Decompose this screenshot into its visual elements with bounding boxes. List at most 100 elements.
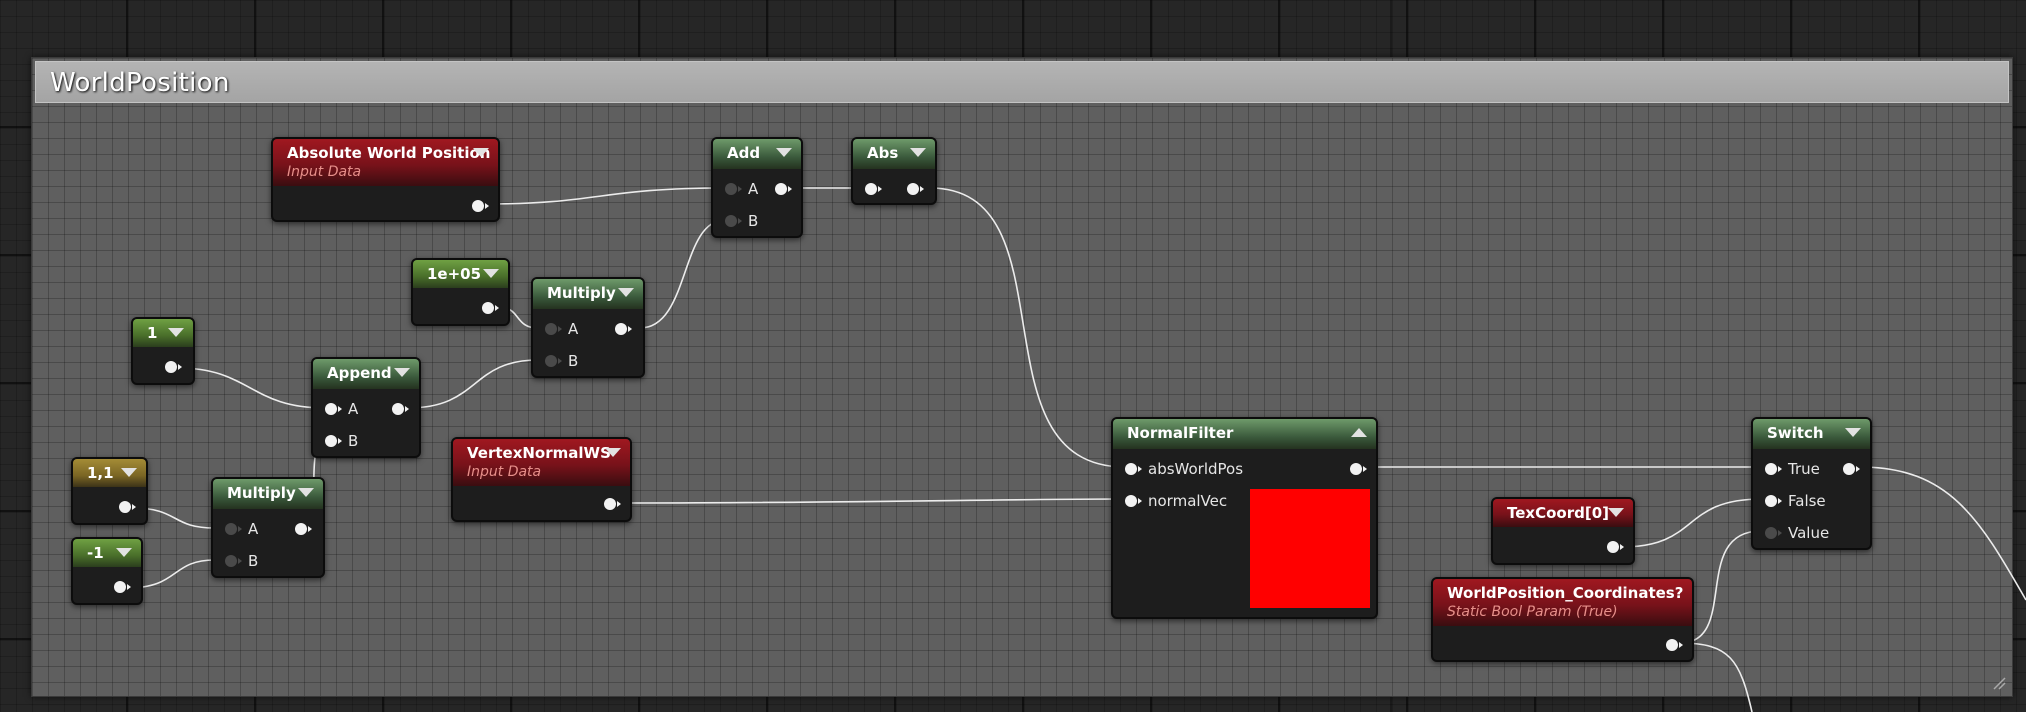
node-header[interactable]: Switch — [1753, 419, 1870, 449]
collapse-arrow-icon[interactable] — [1608, 508, 1624, 517]
node-subtitle: Static Bool Param (True) — [1447, 604, 1618, 620]
output-pin[interactable] — [482, 302, 499, 314]
input-pin-true[interactable] — [1765, 463, 1782, 475]
collapse-arrow-icon[interactable] — [394, 368, 410, 377]
node-add[interactable]: Add A B — [711, 137, 803, 238]
output-pin[interactable] — [1607, 541, 1624, 553]
node-constant-1[interactable]: 1 — [131, 317, 195, 385]
wire-switch-out — [1859, 466, 2026, 601]
node-header[interactable]: 1,1 — [73, 459, 146, 487]
node-header[interactable]: Multiply — [213, 479, 323, 509]
node-header[interactable]: Add — [713, 139, 801, 169]
node-header[interactable]: WorldPosition_Coordinates? Static Bool P… — [1433, 579, 1692, 626]
node-header[interactable]: TexCoord[0] — [1493, 499, 1633, 527]
input-pin-value[interactable] — [1765, 527, 1782, 539]
node-normal-filter[interactable]: NormalFilter absWorldPos normalVec — [1111, 417, 1378, 619]
pin-label-false: False — [1788, 492, 1826, 510]
output-pin[interactable] — [1350, 463, 1367, 475]
node-constant-1-1[interactable]: 1,1 — [71, 457, 148, 525]
wire-one-append — [177, 367, 326, 409]
node-constant-1e05[interactable]: 1e+05 — [411, 258, 510, 326]
node-header[interactable]: 1e+05 — [413, 260, 508, 288]
output-pin[interactable] — [907, 183, 924, 195]
node-multiply-top[interactable]: Multiply A B — [531, 277, 645, 378]
node-vertex-normal-ws[interactable]: VertexNormalWS Input Data — [451, 437, 632, 522]
wire-vertexnormal-normalfilter — [617, 498, 1126, 504]
node-header[interactable]: Append — [313, 359, 419, 389]
input-pin-normal-vec[interactable] — [1125, 495, 1142, 507]
collapse-arrow-icon[interactable] — [605, 448, 621, 457]
color-preview-swatch — [1250, 489, 1370, 608]
input-pin-a[interactable] — [225, 523, 242, 535]
node-tex-coord[interactable]: TexCoord[0] — [1491, 497, 1635, 565]
pin-label-true: True — [1788, 460, 1820, 478]
input-pin-a[interactable] — [545, 323, 562, 335]
pin-label-b: B — [748, 212, 759, 230]
pin-label-a: A — [568, 320, 579, 338]
node-header[interactable]: Absolute World Position Input Data — [273, 139, 498, 186]
node-multiply-bottom[interactable]: Multiply A B — [211, 477, 325, 578]
output-pin[interactable] — [615, 323, 632, 335]
collapse-arrow-icon[interactable] — [168, 328, 184, 337]
input-pin-a[interactable] — [325, 403, 342, 415]
pin-label-b: B — [348, 432, 359, 450]
collapse-arrow-icon[interactable] — [618, 288, 634, 297]
wires-layer — [126, 187, 2026, 712]
node-header[interactable]: 1 — [133, 319, 193, 347]
node-title: -1 — [87, 544, 104, 562]
output-pin[interactable] — [1666, 639, 1683, 651]
pin-label-b: B — [568, 352, 579, 370]
wire-absworldpos-add — [484, 187, 726, 205]
pin-label-a: A — [348, 400, 359, 418]
output-pin[interactable] — [295, 523, 312, 535]
collapse-arrow-icon[interactable] — [473, 148, 489, 157]
node-switch[interactable]: Switch True False Value — [1751, 417, 1872, 550]
output-pin[interactable] — [392, 403, 409, 415]
node-header[interactable]: NormalFilter — [1113, 419, 1376, 449]
node-header[interactable]: Multiply — [533, 279, 643, 309]
node-abs[interactable]: Abs — [851, 137, 937, 205]
pin-label-a: A — [248, 520, 259, 538]
output-pin[interactable] — [775, 183, 792, 195]
node-header[interactable]: VertexNormalWS Input Data — [453, 439, 630, 486]
node-title: WorldPosition_Coordinates? — [1447, 584, 1684, 602]
pin-label-value: Value — [1788, 524, 1830, 542]
collapse-arrow-icon[interactable] — [1351, 428, 1367, 437]
collapse-arrow-icon[interactable] — [910, 148, 926, 157]
collapse-arrow-icon[interactable] — [483, 269, 499, 278]
input-pin-b[interactable] — [325, 435, 342, 447]
input-pin-b[interactable] — [725, 215, 742, 227]
output-pin[interactable] — [165, 361, 182, 373]
input-pin[interactable] — [865, 183, 882, 195]
wire-append-multiply — [407, 359, 539, 409]
collapse-arrow-icon[interactable] — [116, 548, 132, 557]
collapse-arrow-icon[interactable] — [776, 148, 792, 157]
pin-label-a: A — [748, 180, 759, 198]
input-pin-b[interactable] — [225, 555, 242, 567]
pin-label-abs-world-pos: absWorldPos — [1148, 460, 1244, 478]
input-pin-false[interactable] — [1765, 495, 1782, 507]
node-constant-neg1[interactable]: -1 — [71, 537, 143, 605]
output-pin[interactable] — [472, 200, 489, 212]
node-subtitle: Input Data — [287, 164, 362, 180]
node-header[interactable]: Abs — [853, 139, 935, 169]
output-pin[interactable] — [114, 581, 131, 593]
output-pin[interactable] — [119, 501, 136, 513]
collapse-arrow-icon[interactable] — [1845, 428, 1861, 437]
input-pin-b[interactable] — [545, 355, 562, 367]
wire-abs-normalfilter — [929, 187, 1126, 468]
node-title: NormalFilter — [1127, 424, 1234, 442]
output-pin[interactable] — [1843, 463, 1860, 475]
node-header[interactable]: -1 — [73, 539, 141, 567]
input-pin-abs-world-pos[interactable] — [1125, 463, 1142, 475]
output-pin[interactable] — [604, 498, 621, 510]
collapse-arrow-icon[interactable] — [121, 468, 137, 477]
node-absolute-world-position[interactable]: Absolute World Position Input Data — [271, 137, 500, 222]
node-subtitle: Input Data — [467, 464, 542, 480]
node-static-bool-param[interactable]: WorldPosition_Coordinates? Static Bool P… — [1431, 577, 1694, 662]
node-title: 1,1 — [87, 464, 114, 482]
input-pin-a[interactable] — [725, 183, 742, 195]
wire-texcoord-switch — [1621, 498, 1763, 548]
collapse-arrow-icon[interactable] — [298, 488, 314, 497]
node-append[interactable]: Append A B — [311, 357, 421, 458]
